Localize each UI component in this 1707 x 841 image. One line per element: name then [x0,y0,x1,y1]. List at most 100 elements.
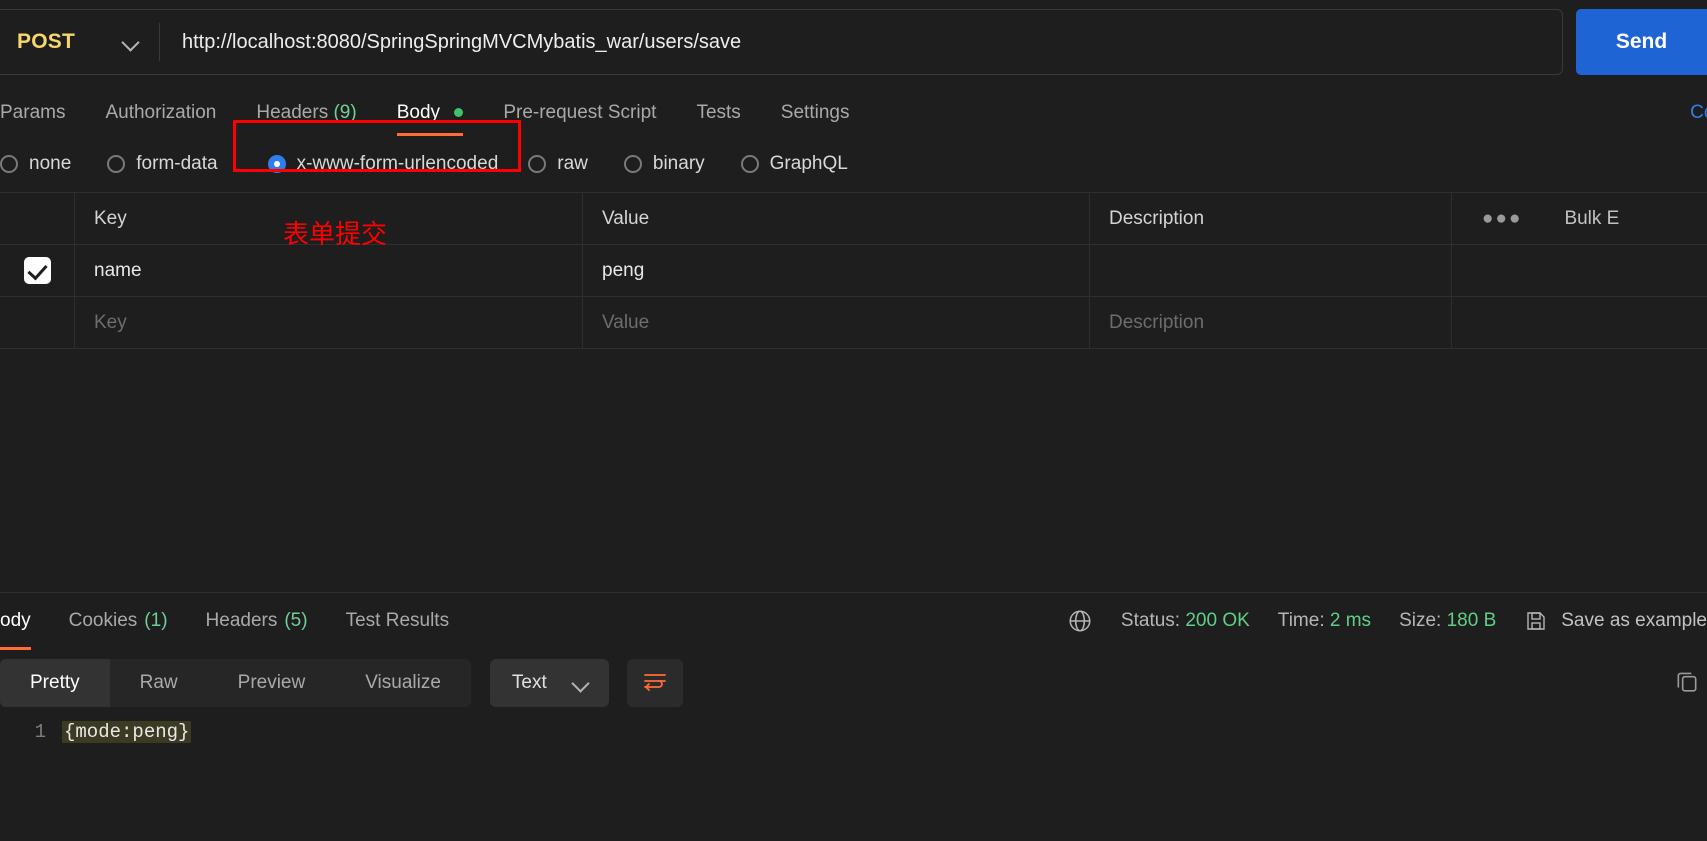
size-value: 180 B [1446,610,1497,631]
response-tab-headers-label: Headers [205,610,278,631]
save-as-example-label: Save as example [1561,610,1707,631]
radio-form-data-icon [107,155,126,173]
tab-params[interactable]: Params [0,102,65,136]
table-row[interactable]: name peng [0,245,1707,297]
tab-authorization-label: Authorization [105,102,217,123]
request-tabs: Params Authorization Headers (9) Body Pr… [0,84,1707,136]
radio-none-icon [0,155,18,173]
tab-params-label: Params [0,102,66,123]
placeholder-checkbox-cell [0,297,75,348]
row-checkbox-cell [0,245,75,296]
word-wrap-button[interactable] [626,659,683,707]
radio-x-www-form-urlencoded-label: x-www-form-urlencoded [296,153,499,174]
response-body-content: {mode:peng} [62,721,192,743]
row-checkbox[interactable] [23,257,51,284]
response-tab-headers[interactable]: Headers (5) [206,593,308,650]
placeholder-key-input[interactable]: Key [75,297,583,348]
url-input[interactable]: http://localhost:8080/SpringSpringMVCMyb… [160,31,741,54]
table-header-row: Key Value Description ●●● Bulk E [0,193,1707,245]
tab-headers-label: Headers [256,102,329,123]
response-tab-headers-count: (5) [284,610,308,631]
tab-headers[interactable]: Headers (9) [256,102,356,136]
table-row-placeholder[interactable]: Key Value Description [0,297,1707,349]
view-mode-group: Pretty Raw Preview Visualize [0,659,471,707]
tab-headers-count: (9) [333,102,357,123]
format-dropdown-label: Text [511,672,547,693]
radio-none-label: none [29,153,72,174]
row-value-input[interactable]: peng [583,245,1090,296]
header-key: Key [75,193,583,244]
tab-tests[interactable]: Tests [696,102,740,136]
cookies-link[interactable]: Coo [1690,102,1707,124]
radio-none[interactable]: none [0,153,71,175]
radio-binary[interactable]: binary [623,153,705,175]
tab-pre-request-script[interactable]: Pre-request Script [503,102,656,136]
request-url-bar: POST http://localhost:8080/SpringSpringM… [0,0,1707,84]
view-mode-visualize[interactable]: Visualize [335,659,471,707]
radio-form-data-label: form-data [136,153,218,174]
response-body-content-wrapper[interactable]: {mode:peng} [62,721,192,743]
chevron-down-icon [573,675,589,691]
method-label: POST [17,30,75,53]
tab-pre-request-script-label: Pre-request Script [503,102,657,123]
placeholder-description-input[interactable]: Description [1090,297,1451,348]
radio-x-www-form-urlencoded-icon [267,155,286,173]
tab-tests-label: Tests [696,102,741,123]
tab-body-label: Body [396,102,441,123]
tab-settings-label: Settings [780,102,850,123]
body-modified-dot-icon [454,108,464,118]
view-mode-preview[interactable]: Preview [208,659,336,707]
chevron-down-icon[interactable] [123,34,139,50]
row-description-input[interactable] [1090,245,1451,296]
radio-raw-icon [528,155,547,173]
response-tab-cookies[interactable]: Cookies (1) [69,593,168,650]
method-selector[interactable]: POST [0,10,159,74]
response-tab-cookies-count: (1) [144,610,168,631]
response-meta: Status: 200 OK Time: 2 ms Size: 180 B Sa… [1067,608,1707,634]
urlencoded-params-table: Key Value Description ●●● Bulk E name pe… [0,192,1707,349]
status-value: 200 OK [1185,610,1250,631]
row-actions [1451,245,1707,296]
radio-binary-icon [623,155,642,173]
word-wrap-icon [641,669,669,698]
bulk-edit-button[interactable]: Bulk E [1564,208,1619,230]
response-tab-body[interactable]: ody [0,593,31,650]
floppy-disk-icon [1524,609,1548,633]
copy-icon [1674,668,1700,699]
url-input-container[interactable]: POST http://localhost:8080/SpringSpringM… [0,9,1563,75]
radio-x-www-form-urlencoded[interactable]: x-www-form-urlencoded [267,153,499,175]
tab-authorization[interactable]: Authorization [105,102,216,136]
view-mode-raw[interactable]: Raw [110,659,208,707]
response-view-toolbar: Pretty Raw Preview Visualize Text [0,649,1707,711]
radio-raw[interactable]: raw [528,153,588,175]
tab-settings[interactable]: Settings [781,102,850,136]
copy-button[interactable] [1667,663,1707,703]
size-label: Size: [1399,610,1442,631]
radio-binary-label: binary [652,153,705,174]
format-dropdown[interactable]: Text [489,659,609,707]
line-number: 1 [34,721,46,743]
body-empty-space [0,349,1707,592]
response-tab-test-results[interactable]: Test Results [346,593,449,650]
response-tab-cookies-label: Cookies [68,610,138,631]
response-tab-test-results-label: Test Results [345,610,450,631]
tab-body[interactable]: Body [396,102,464,136]
globe-icon [1067,608,1093,634]
response-body-viewer: 1 {mode:peng} [0,711,1707,743]
status-group: Status: 200 OK [1121,610,1250,632]
radio-raw-label: raw [557,153,588,174]
time-label: Time: [1277,610,1325,631]
view-mode-pretty[interactable]: Pretty [0,659,110,707]
radio-graphql[interactable]: GraphQL [740,153,848,175]
status-label: Status: [1120,610,1181,631]
send-button[interactable]: Send [1576,9,1707,75]
row-key-input[interactable]: name [75,245,583,296]
time-group: Time: 2 ms [1278,610,1371,632]
placeholder-value-input[interactable]: Value [583,297,1090,348]
radio-form-data[interactable]: form-data [107,153,218,175]
placeholder-row-actions [1451,297,1707,348]
save-as-example-button[interactable]: Save as example [1524,609,1707,633]
ellipsis-icon[interactable]: ●●● [1482,208,1522,230]
radio-graphql-icon [740,155,759,173]
response-tab-body-label: ody [0,610,31,631]
